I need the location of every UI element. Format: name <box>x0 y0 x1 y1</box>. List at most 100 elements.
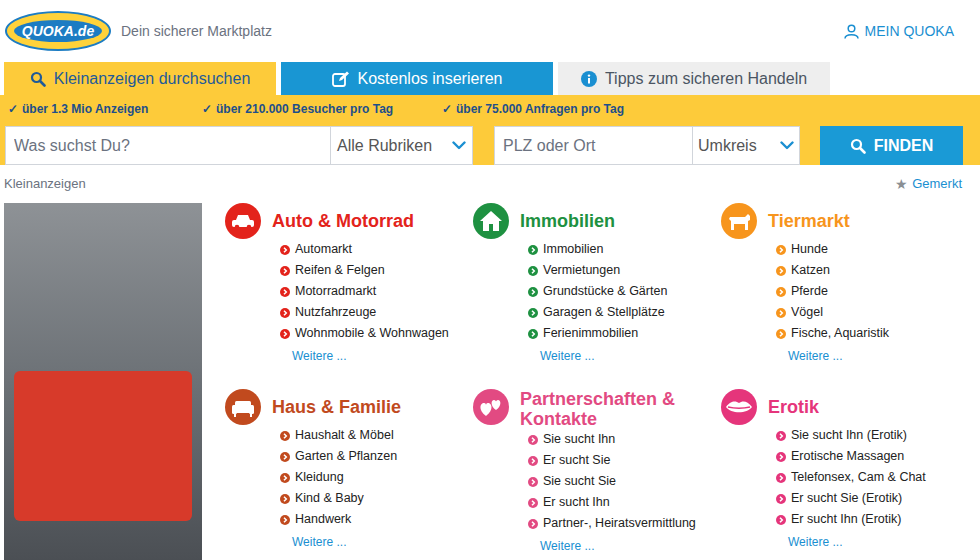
category-item[interactable]: Nutzfahrzeuge <box>280 302 449 323</box>
bullet-chevron-icon <box>776 452 786 462</box>
category-item[interactable]: Er sucht Ihn (Erotik) <box>776 509 926 530</box>
search-icon <box>30 71 46 87</box>
bullet-chevron-icon <box>528 287 538 297</box>
bullet-chevron-icon <box>528 329 538 339</box>
category-item[interactable]: Fische, Aquaristik <box>776 323 889 344</box>
house-icon[interactable] <box>473 203 509 239</box>
bookmarks-link[interactable]: ★Gemerkt <box>895 174 962 195</box>
category-item[interactable]: Hunde <box>776 239 889 260</box>
bullet-chevron-icon <box>280 287 290 297</box>
category-title[interactable]: Haus & Familie <box>272 397 401 417</box>
edit-icon <box>332 71 350 87</box>
category-item[interactable]: Er sucht Sie (Erotik) <box>776 488 926 509</box>
category-item[interactable]: Automarkt <box>280 239 449 260</box>
category-title[interactable]: Immobilien <box>520 211 615 231</box>
category-title[interactable]: Auto & Motorrad <box>272 211 414 231</box>
bullet-chevron-icon <box>776 308 786 318</box>
category-title[interactable]: Erotik <box>768 397 819 417</box>
account-link[interactable]: MEIN QUOKA <box>844 21 954 42</box>
more-link[interactable]: Weitere ... <box>280 347 449 365</box>
category-item[interactable]: Telefonsex, Cam & Chat <box>776 467 926 488</box>
more-link[interactable]: Weitere ... <box>280 533 401 551</box>
tab[interactable]: Tipps zum sicheren Handeln <box>558 62 830 95</box>
bullet-chevron-icon <box>528 266 538 276</box>
info-icon <box>581 71 597 87</box>
logo[interactable]: QUOKA.de <box>5 11 111 51</box>
category-item[interactable]: Wohnmobile & Wohnwagen <box>280 323 449 344</box>
tab-icon <box>581 71 597 87</box>
bullet-chevron-icon <box>776 245 786 255</box>
category-item[interactable]: Sie sucht Ihn (Erotik) <box>776 425 926 446</box>
category: Auto & Motorrad AutomarktReifen & FelgenM… <box>225 203 473 371</box>
bullet-chevron-icon <box>280 245 290 255</box>
find-button[interactable]: FINDEN <box>820 126 963 165</box>
bullet-chevron-icon <box>280 452 290 462</box>
location-input[interactable] <box>495 127 693 164</box>
more-link[interactable]: Weitere ... <box>776 533 926 551</box>
lips-icon[interactable] <box>721 389 757 425</box>
tab[interactable]: Kleinanzeigen durchsuchen <box>4 62 276 95</box>
stat: ✓über 75.000 Anfragen pro Tag <box>442 100 682 118</box>
category-item[interactable]: Sie sucht Ihn <box>528 429 696 450</box>
bullet-chevron-icon <box>776 494 786 504</box>
search-band: ✓über 1.3 Mio Anzeigen✓über 210.000 Besu… <box>0 95 980 165</box>
sofa-icon[interactable] <box>225 389 261 425</box>
more-link[interactable]: Weitere ... <box>776 347 889 365</box>
category-item[interactable]: Pferde <box>776 281 889 302</box>
bullet-chevron-icon <box>280 473 290 483</box>
header: QUOKA.de Dein sicherer Marktplatz MEIN QUO… <box>0 0 980 62</box>
category-item[interactable]: Kleidung <box>280 467 401 488</box>
hearts-icon[interactable] <box>473 389 509 425</box>
category-item[interactable]: Motorradmarkt <box>280 281 449 302</box>
category-item[interactable]: Sie sucht Sie <box>528 471 696 492</box>
tab[interactable]: Kostenlos inserieren <box>281 62 553 95</box>
bullet-chevron-icon <box>280 329 290 339</box>
category-item[interactable]: Handwerk <box>280 509 401 530</box>
chevron-down-icon <box>452 141 466 150</box>
category-item[interactable]: Garten & Pflanzen <box>280 446 401 467</box>
bullet-chevron-icon <box>776 515 786 525</box>
category-item[interactable]: Garagen & Stellplätze <box>528 302 667 323</box>
more-link[interactable]: Weitere ... <box>528 347 667 365</box>
category-item[interactable]: Erotische Massagen <box>776 446 926 467</box>
user-icon <box>844 24 859 39</box>
bullet-chevron-icon <box>528 308 538 318</box>
chevron-down-icon <box>780 141 794 150</box>
category-item[interactable]: Vermietungen <box>528 260 667 281</box>
stat: ✓über 1.3 Mio Anzeigen <box>8 100 202 118</box>
tagline: Dein sicherer Marktplatz <box>121 21 272 42</box>
category-item[interactable]: Immobilien <box>528 239 667 260</box>
category-item[interactable]: Katzen <box>776 260 889 281</box>
category-item[interactable]: Haushalt & Möbel <box>280 425 401 446</box>
category-item[interactable]: Er sucht Sie <box>528 450 696 471</box>
bullet-chevron-icon <box>528 245 538 255</box>
query-input[interactable] <box>6 127 331 164</box>
bullet-chevron-icon <box>776 287 786 297</box>
more-link[interactable]: Weitere ... <box>528 537 696 555</box>
category-title[interactable]: Tiermarkt <box>768 211 850 231</box>
tab-bar: Kleinanzeigen durchsuchenKostenlos inser… <box>0 62 980 95</box>
radius-select[interactable]: Umkreis <box>693 127 799 164</box>
category: Tiermarkt HundeKatzenPferdeVögelFische, A… <box>721 203 969 371</box>
bullet-chevron-icon <box>280 494 290 504</box>
ad-banner[interactable] <box>4 203 202 560</box>
category-item[interactable]: Ferienimmobilien <box>528 323 667 344</box>
category: Partnerschaften & KontakteSie sucht IhnE… <box>473 389 721 560</box>
bullet-chevron-icon <box>776 431 786 441</box>
category-item[interactable]: Vögel <box>776 302 889 323</box>
breadcrumb[interactable]: Kleinanzeigen <box>4 174 86 194</box>
dog-icon[interactable] <box>721 203 757 239</box>
car-icon[interactable] <box>225 203 261 239</box>
category-item[interactable]: Partner-, Heiratsvermittlung <box>528 513 696 534</box>
category-item[interactable]: Grundstücke & Gärten <box>528 281 667 302</box>
category-item[interactable]: Reifen & Felgen <box>280 260 449 281</box>
category-item[interactable]: Kind & Baby <box>280 488 401 509</box>
category: Haus & Familie Haushalt & MöbelGarten & P… <box>225 389 473 560</box>
bullet-chevron-icon <box>280 308 290 318</box>
category-item[interactable]: Er sucht Ihn <box>528 492 696 513</box>
category-select[interactable]: Alle Rubriken <box>331 127 472 164</box>
category-title[interactable]: Partnerschaften & Kontakte <box>520 389 695 429</box>
star-icon: ★ <box>895 174 908 195</box>
bullet-chevron-icon <box>528 498 538 508</box>
tab-icon <box>30 71 46 87</box>
